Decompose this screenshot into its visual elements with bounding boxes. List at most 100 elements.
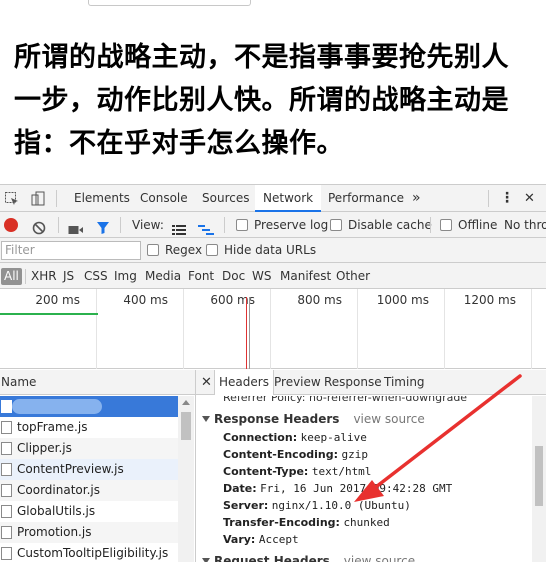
view-source-link[interactable]: view source (344, 554, 415, 562)
list-item[interactable]: Coordinator.js (0, 480, 178, 501)
overview-tick-label: 800 ms (297, 293, 342, 307)
tabbar-divider (56, 190, 57, 207)
header-key: Connection: (223, 431, 298, 444)
record-icon[interactable] (4, 218, 18, 232)
request-name: Promotion.js (17, 525, 92, 539)
toolbar-divider-4 (430, 217, 431, 233)
request-name: ContentPreview.js (17, 462, 124, 476)
regex-label: Regex (165, 243, 203, 257)
request-list-scrollbar[interactable] (178, 396, 194, 562)
referrer-policy-line: Referrer Policy: no-referrer-when-downgr… (223, 396, 468, 404)
header-value: chunked (343, 516, 390, 529)
expand-triangle-icon (202, 416, 210, 422)
list-item[interactable]: Promotion.js (0, 522, 178, 543)
section-title: Response Headers (214, 412, 340, 426)
close-devtools-icon[interactable]: ✕ (524, 185, 535, 212)
filter-row: Filter Regex Hide data URLs (0, 238, 546, 263)
headers-content: Referrer Policy: no-referrer-when-downgr… (196, 396, 532, 562)
disable-cache-label: Disable cache (348, 218, 432, 232)
type-ws[interactable]: WS (252, 268, 271, 285)
file-icon (1, 442, 12, 455)
file-icon (1, 547, 12, 560)
type-manifest[interactable]: Manifest (280, 268, 331, 285)
top-input-box[interactable] (88, 0, 251, 6)
type-font[interactable]: Font (188, 268, 214, 285)
article-area: 所谓的战略主动，不是指事事要抢先别人一步，动作比别人快。所谓的战略主动是指：不在… (0, 0, 546, 180)
detail-scrollbar[interactable] (532, 396, 546, 562)
request-name: GlobalUtils.js (17, 504, 96, 518)
request-name: CustomTooltipEligibility.js (17, 546, 169, 560)
scrollbar-thumb[interactable] (181, 412, 191, 440)
scroll-up-icon[interactable] (182, 400, 190, 405)
type-img[interactable]: Img (114, 268, 137, 285)
view-source-link[interactable]: view source (353, 412, 424, 426)
menu-icon[interactable]: ⋮ (500, 185, 514, 212)
list-item[interactable]: topFrame.js (0, 417, 178, 438)
list-item-selected[interactable] (0, 396, 178, 417)
clear-icon[interactable] (32, 218, 46, 235)
overview-tick-label: 600 ms (210, 293, 255, 307)
header-value: keep-alive (300, 431, 367, 444)
header-value: text/html (311, 465, 372, 478)
request-name: topFrame.js (17, 420, 88, 434)
type-other[interactable]: Other (336, 268, 370, 285)
preserve-log-checkbox[interactable]: Preserve log (236, 212, 328, 238)
file-icon (1, 421, 12, 434)
large-rows-icon[interactable] (172, 219, 186, 235)
hide-data-urls-checkbox[interactable]: Hide data URLs (206, 238, 316, 263)
disable-cache-checkbox[interactable]: Disable cache (330, 212, 432, 238)
file-icon (1, 463, 12, 476)
overview-gridline (96, 289, 97, 369)
list-item[interactable]: ContentPreview.js (0, 459, 178, 480)
type-doc[interactable]: Doc (222, 268, 245, 285)
file-icon (1, 400, 12, 413)
toolbar-divider-3 (224, 217, 225, 233)
tab-sources[interactable]: Sources (202, 185, 249, 212)
more-tabs-icon[interactable]: » (412, 185, 421, 212)
timeline-overview[interactable]: 200 ms 400 ms 600 ms 800 ms 1000 ms 1200… (0, 289, 546, 369)
tab-response[interactable]: Response (324, 370, 382, 395)
tabbar-divider-right (488, 190, 489, 207)
tab-headers[interactable]: Headers (214, 370, 274, 395)
header-line: Server: nginx/1.10.0 (Ubuntu) (223, 499, 411, 512)
tab-timing[interactable]: Timing (384, 370, 425, 395)
checkbox-icon (147, 244, 159, 256)
request-name: Coordinator.js (17, 483, 100, 497)
inspect-icon[interactable] (4, 191, 20, 207)
screenshot-icon[interactable] (68, 219, 84, 234)
throttling-select[interactable]: No thro (504, 212, 546, 238)
scrollbar-thumb[interactable] (535, 446, 543, 506)
tab-elements[interactable]: Elements (74, 185, 130, 212)
waterfall-icon[interactable] (198, 219, 214, 235)
list-item[interactable]: GlobalUtils.js (0, 501, 178, 522)
devtools-tabbar: Elements Console Sources Network Perform… (0, 184, 546, 212)
filter-input[interactable]: Filter (1, 241, 141, 260)
type-xhr[interactable]: XHR (31, 268, 57, 285)
type-js[interactable]: JS (63, 268, 74, 285)
toolbar-divider-2 (120, 217, 121, 233)
tab-network[interactable]: Network (255, 185, 322, 212)
overview-tick-label: 200 ms (35, 293, 80, 307)
header-value: nginx/1.10.0 (Ubuntu) (271, 499, 411, 512)
tab-preview[interactable]: Preview (274, 370, 321, 395)
device-toggle-icon[interactable] (30, 191, 46, 207)
request-list: Name topFrame.js Clipper.js ContentPrevi… (0, 370, 196, 562)
request-headers-section[interactable]: Request Headers view source (202, 554, 415, 562)
regex-checkbox[interactable]: Regex (147, 238, 202, 263)
offline-checkbox[interactable]: Offline (440, 212, 497, 238)
tab-console[interactable]: Console (140, 185, 188, 212)
header-value: Fri, 16 Jun 2017 09:42:28 GMT (260, 482, 453, 495)
list-item[interactable]: Clipper.js (0, 438, 178, 459)
type-css[interactable]: CSS (84, 268, 108, 285)
tab-performance[interactable]: Performance (328, 185, 404, 212)
type-media[interactable]: Media (145, 268, 181, 285)
type-all[interactable]: All (1, 268, 22, 285)
filter-icon[interactable] (96, 218, 110, 234)
request-detail-pane: ✕ Headers Preview Response Timing Referr… (196, 370, 546, 562)
list-item[interactable]: CustomTooltipEligibility.js (0, 543, 178, 562)
response-headers-section[interactable]: Response Headers view source (202, 412, 425, 426)
detail-tabs: ✕ Headers Preview Response Timing (196, 370, 546, 395)
request-name: Clipper.js (17, 441, 72, 455)
close-detail-icon[interactable]: ✕ (201, 375, 212, 390)
name-column-header[interactable]: Name (0, 370, 195, 395)
